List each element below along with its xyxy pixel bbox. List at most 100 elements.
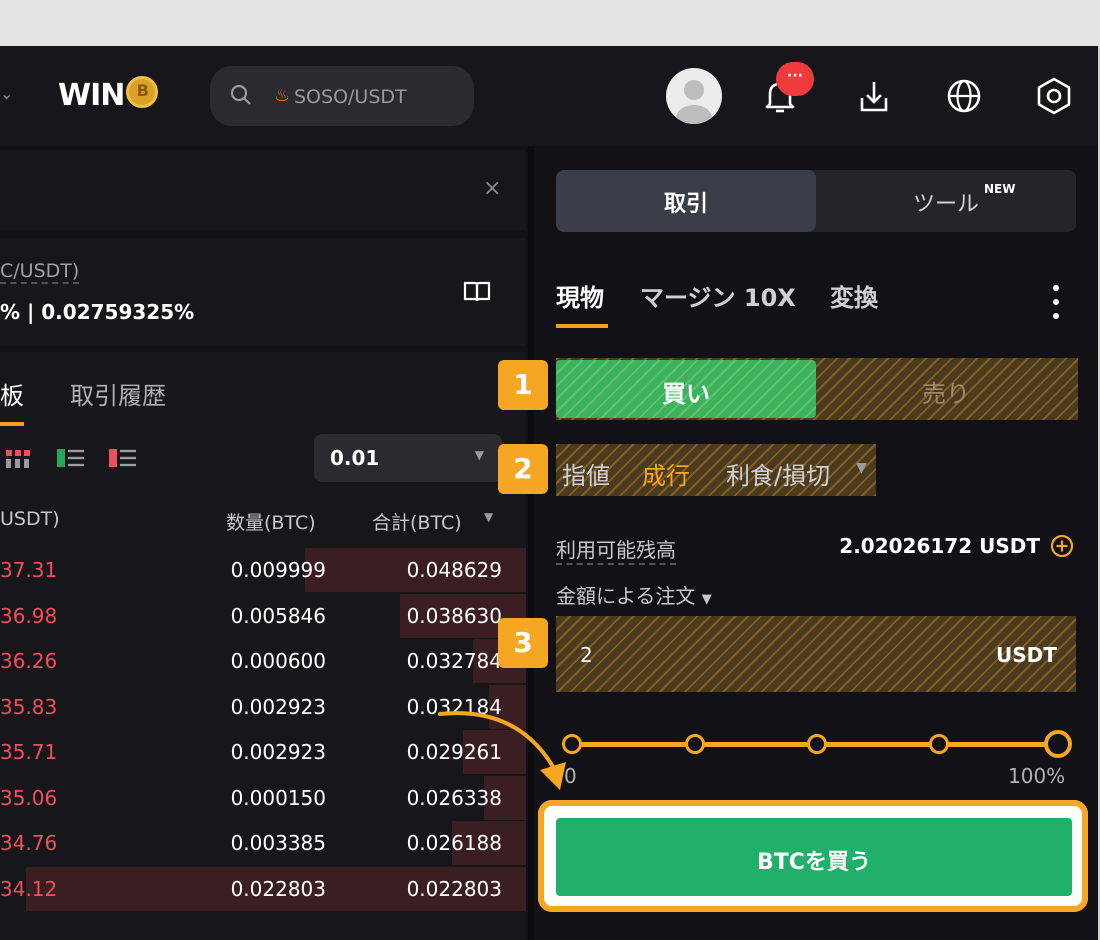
more-options-icon[interactable] <box>1048 282 1064 322</box>
ask-total: 0.029261 <box>406 740 502 764</box>
book-icon[interactable] <box>462 280 492 304</box>
ask-qty: 0.000150 <box>230 785 326 810</box>
order-type-market[interactable]: 成行 <box>642 456 690 491</box>
add-funds-icon[interactable] <box>1050 534 1074 558</box>
user-icon <box>676 80 712 124</box>
ask-qty: 0.005846 <box>230 603 326 628</box>
top-navbar <box>0 46 1098 146</box>
settings-icon[interactable] <box>1032 74 1076 118</box>
qty-header: 数量(BTC) <box>226 512 316 534</box>
new-badge: NEW <box>984 182 1016 196</box>
amount-unit: USDT <box>996 643 1057 667</box>
tab-orderbook[interactable]: 板 <box>0 376 24 411</box>
tab-trade-history[interactable]: 取引履歴 <box>70 376 166 411</box>
ask-qty: 0.003385 <box>230 831 326 855</box>
pair-label: C/USDT) <box>0 260 80 284</box>
logo-text: WIN <box>58 78 125 113</box>
globe-icon[interactable] <box>942 74 986 118</box>
order-type-limit[interactable]: 指値 <box>562 456 610 491</box>
buy-label: 買い <box>662 380 710 408</box>
slider-step-25[interactable] <box>685 734 705 754</box>
orderbook-row[interactable]: 36.98 0.005846 0.038630 <box>0 593 526 638</box>
precision-dropdown[interactable]: 0.01 ▼ <box>314 434 502 482</box>
ask-price: 36.98 <box>0 603 58 628</box>
ask-price: 37.31 <box>0 558 58 582</box>
search-placeholder: SOSO/USDT <box>294 86 407 108</box>
tab-spot[interactable]: 現物 <box>556 278 604 313</box>
active-tab-underline <box>0 422 24 426</box>
orderbook-row[interactable]: 34.12 0.022803 0.022803 <box>0 866 526 911</box>
orderbook-row[interactable]: 34.76 0.003385 0.026188 <box>0 821 526 865</box>
ask-price: 34.12 <box>0 876 58 901</box>
ask-price: 34.76 <box>0 831 58 855</box>
step-badge-1: 1 <box>498 360 548 410</box>
ask-total: 0.026338 <box>406 785 502 810</box>
fire-icon: ♨ <box>274 85 291 106</box>
funding-rate: % | 0.02759325% <box>0 300 195 324</box>
ask-total: 0.022803 <box>406 876 502 901</box>
ask-qty: 0.009999 <box>230 558 326 582</box>
amount-mode-label: 金額による注文 <box>556 584 696 608</box>
ask-qty: 0.022803 <box>230 876 326 901</box>
avatar[interactable] <box>666 68 722 124</box>
caret-down-icon: ▼ <box>701 592 712 607</box>
step-badge-2: 2 <box>498 444 548 494</box>
tab-margin[interactable]: マージン 10X <box>640 278 796 313</box>
chart-panel-header <box>0 150 526 230</box>
caret-down-icon: ▼ <box>474 448 484 462</box>
available-balance-label: 利用可能残高 <box>556 534 676 565</box>
download-icon[interactable] <box>852 74 896 118</box>
both-sides-view-icon[interactable] <box>4 446 34 470</box>
notification-badge: ··· <box>776 62 814 96</box>
orderbook-row[interactable]: 35.83 0.002923 0.032184 <box>0 684 526 729</box>
asks-view-icon[interactable] <box>108 446 138 470</box>
orderbook-row[interactable]: 35.06 0.000150 0.026338 <box>0 775 526 820</box>
ask-total: 0.048629 <box>406 558 502 582</box>
available-balance-value: 2.02026172 USDT <box>839 534 1040 558</box>
tab-convert[interactable]: 変換 <box>830 278 878 313</box>
coin-letter: B <box>136 81 149 100</box>
amount-mode-select[interactable]: 金額による注文 ▼ <box>556 580 712 609</box>
ask-total: 0.038630 <box>406 603 502 628</box>
slider-handle[interactable] <box>1044 730 1072 758</box>
step-badge-3: 3 <box>498 618 548 668</box>
amount-value: 2 <box>580 643 593 667</box>
ask-total: 0.026188 <box>406 831 502 855</box>
slider-step-0[interactable] <box>562 734 582 754</box>
precision-value: 0.01 <box>330 446 380 470</box>
close-icon[interactable]: × <box>483 176 501 201</box>
slider-min-label: 0 <box>564 764 577 788</box>
tab-trade[interactable]: 取引 <box>556 186 816 218</box>
order-type-tp-sl[interactable]: 利食/損切 <box>726 456 830 491</box>
coin-icon: B <box>126 76 159 108</box>
panel-divider <box>528 146 534 940</box>
ask-qty: 0.002923 <box>230 740 326 764</box>
caret-down-icon[interactable]: ▼ <box>856 460 867 476</box>
ask-total: 0.032184 <box>406 694 502 719</box>
price-header: USDT) <box>0 508 60 530</box>
orderbook-row[interactable]: 36.26 0.000600 0.032784 <box>0 639 526 683</box>
brand-logo[interactable]: WIN B <box>58 76 159 113</box>
ask-price: 36.26 <box>0 649 58 673</box>
ask-qty: 0.002923 <box>230 694 326 719</box>
active-tab-underline <box>556 324 608 328</box>
total-header[interactable]: 合計(BTC) <box>372 508 462 535</box>
search-icon <box>230 84 251 105</box>
chevron-down-icon[interactable]: ⌄ <box>0 84 13 103</box>
slider-step-75[interactable] <box>929 734 949 754</box>
slider-max-label: 100% <box>1008 764 1066 788</box>
ask-price: 35.71 <box>0 740 58 764</box>
buy-btc-label: BTCを買う <box>757 850 871 875</box>
tab-tools[interactable]: ツール <box>816 186 1076 218</box>
orderbook-row[interactable]: 37.31 0.009999 0.048629 <box>0 548 526 592</box>
slider-step-50[interactable] <box>807 734 827 754</box>
sort-caret-icon[interactable]: ▼ <box>484 510 493 524</box>
ask-price: 35.83 <box>0 694 58 719</box>
funding-rate-panel <box>0 238 526 346</box>
sell-tab[interactable]: 売り <box>816 374 1076 409</box>
orderbook-row[interactable]: 35.71 0.002923 0.029261 <box>0 730 526 774</box>
ask-qty: 0.000600 <box>230 649 326 673</box>
ask-price: 35.06 <box>0 785 58 810</box>
search-bar[interactable]: ♨ SOSO/USDT <box>210 66 474 126</box>
bids-view-icon[interactable] <box>56 446 86 470</box>
